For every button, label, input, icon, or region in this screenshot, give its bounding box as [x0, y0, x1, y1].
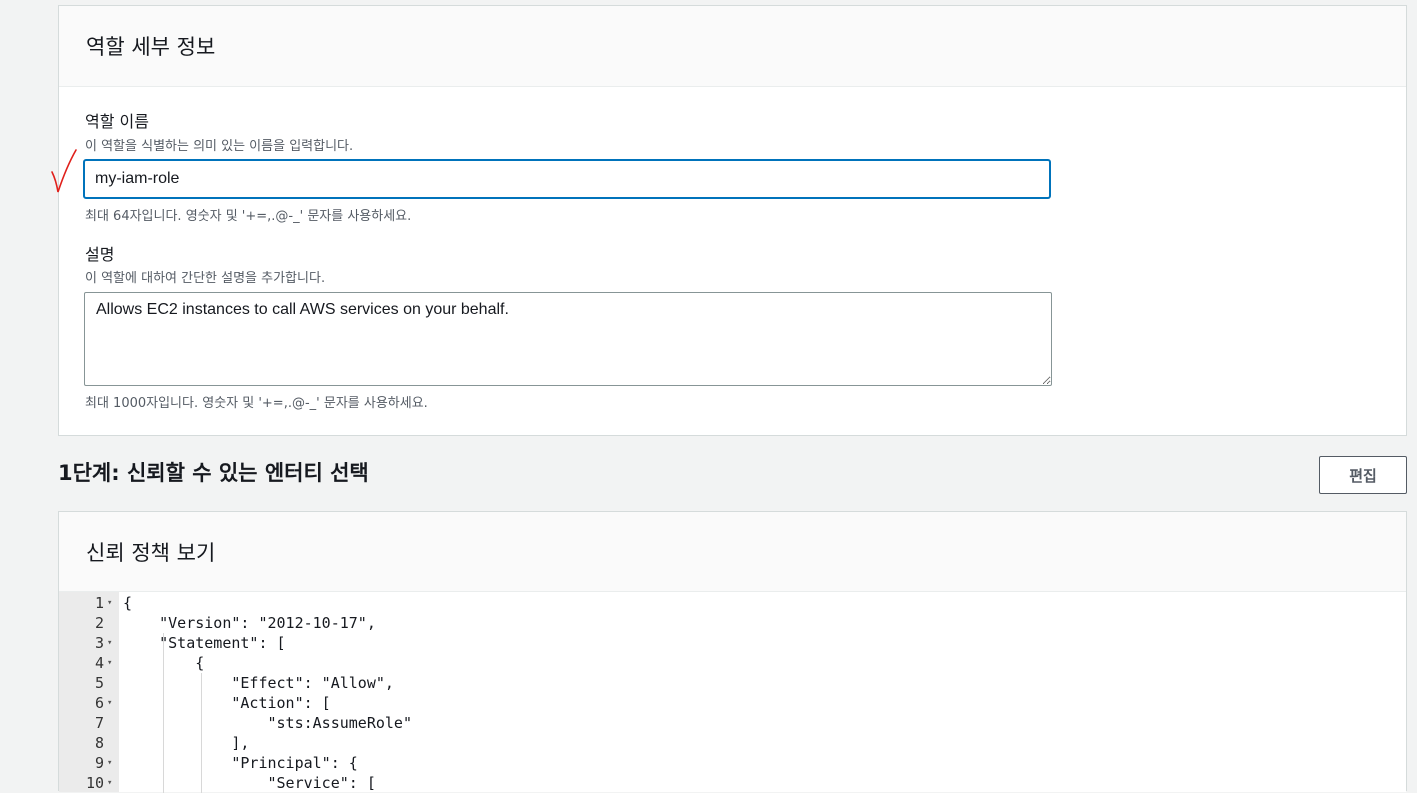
description-label: 설명: [85, 245, 115, 264]
line-number: 1: [94, 594, 104, 612]
code-line: 2 "Version": "2012-10-17",: [59, 613, 1406, 633]
code-line: 9 ▾ "Principal": {: [59, 753, 1406, 773]
code-text: ],: [123, 734, 250, 752]
line-number: 5: [94, 674, 104, 692]
role-details-panel: 역할 세부 정보 역할 이름 이 역할을 식별하는 의미 있는 이름을 입력합니…: [58, 5, 1407, 436]
code-text: "Statement": [: [123, 634, 286, 652]
description-textarea[interactable]: Allows EC2 instances to call AWS service…: [84, 292, 1052, 386]
description-helper-text: 이 역할에 대하여 간단한 설명을 추가합니다.: [85, 271, 326, 286]
trust-policy-heading: 신뢰 정책 보기: [59, 512, 1406, 592]
fold-toggle-icon[interactable]: ▾: [107, 653, 112, 673]
line-number: 7: [94, 714, 104, 732]
code-line: 8 ],: [59, 733, 1406, 753]
line-number: 3: [94, 634, 104, 652]
trust-policy-panel: 신뢰 정책 보기 1 ▾{2 "Version": "2012-10-17", 3 ▾…: [58, 511, 1407, 793]
code-text: "sts:AssumeRole": [123, 714, 412, 732]
line-number: 10: [85, 774, 104, 792]
line-number: 8: [94, 734, 104, 752]
fold-toggle-icon[interactable]: ▾: [107, 593, 112, 613]
line-number: 9: [94, 754, 104, 772]
code-line: 7 "sts:AssumeRole": [59, 713, 1406, 733]
trust-policy-code-editor[interactable]: 1 ▾{2 "Version": "2012-10-17", 3 ▾ "Stateme…: [59, 592, 1406, 793]
indent-guide: [201, 673, 202, 793]
fold-toggle-icon[interactable]: ▾: [107, 693, 112, 713]
line-number: 4: [94, 654, 104, 672]
step1-title: 1단계: 신뢰할 수 있는 엔터티 선택: [58, 461, 369, 485]
code-line: 10 ▾ "Service": [: [59, 773, 1406, 793]
line-number: 6: [94, 694, 104, 712]
description-constraint-hint: 최대 1000자입니다. 영숫자 및 '+=,.@-_' 문자를 사용하세요.: [85, 396, 428, 411]
code-text: "Principal": {: [123, 754, 358, 772]
line-number: 2: [94, 614, 104, 632]
code-text: {: [123, 594, 133, 612]
role-name-description: 이 역할을 식별하는 의미 있는 이름을 입력합니다.: [85, 139, 354, 154]
code-line: 4 ▾ {: [59, 653, 1406, 673]
code-text: "Version": "2012-10-17",: [123, 614, 376, 632]
code-line: 1 ▾ {: [59, 593, 1406, 613]
role-details-heading: 역할 세부 정보: [59, 6, 1406, 87]
code-text: "Service": [: [123, 774, 376, 792]
fold-toggle-icon[interactable]: ▾: [107, 633, 112, 653]
code-text: "Action": [: [123, 694, 331, 712]
edit-button[interactable]: 편집: [1319, 456, 1407, 494]
indent-guide: [163, 633, 164, 793]
red-checkmark-annotation: [51, 149, 77, 193]
code-line: 6 ▾ "Action": [: [59, 693, 1406, 713]
fold-toggle-icon[interactable]: ▾: [107, 753, 112, 773]
fold-toggle-icon[interactable]: ▾: [107, 773, 112, 793]
code-line: 5 "Effect": "Allow",: [59, 673, 1406, 693]
role-name-input[interactable]: [83, 159, 1051, 199]
role-name-constraint-hint: 최대 64자입니다. 영숫자 및 '+=,.@-_' 문자를 사용하세요.: [85, 209, 412, 224]
role-name-label: 역할 이름: [85, 112, 149, 131]
code-line: 3 ▾ "Statement": [: [59, 633, 1406, 653]
